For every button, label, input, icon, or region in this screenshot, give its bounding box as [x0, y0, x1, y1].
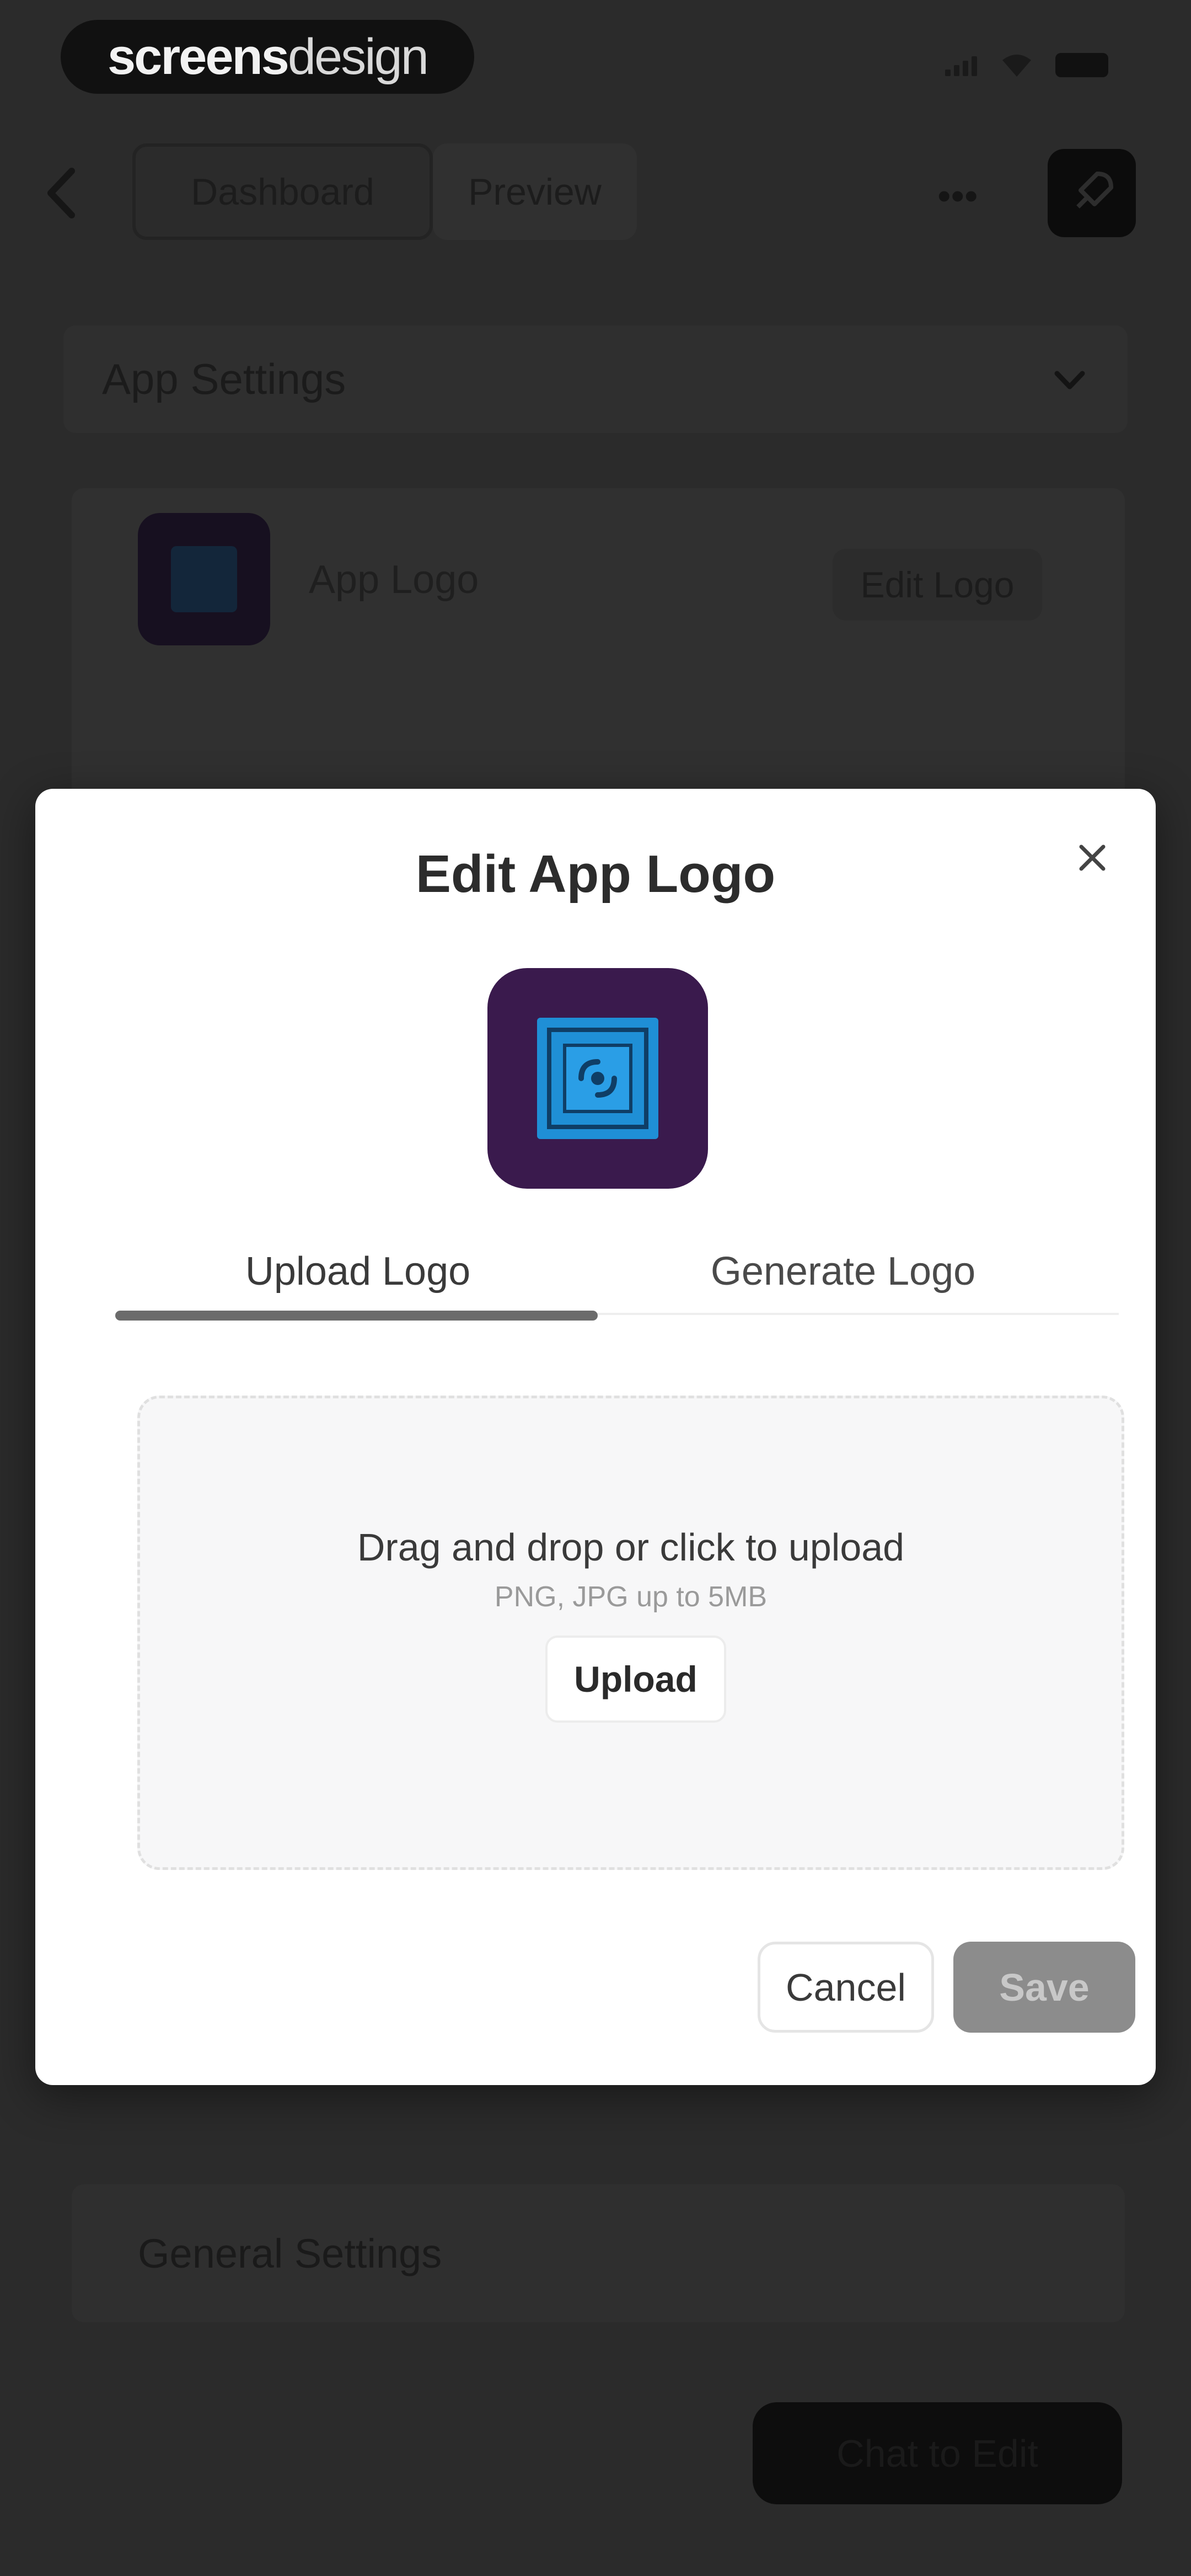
upload-button[interactable]: Upload [545, 1636, 726, 1723]
active-tab-indicator [115, 1311, 598, 1321]
wifi-icon [1002, 55, 1031, 77]
close-icon [1079, 845, 1106, 871]
app-logo-label: App Logo [309, 558, 479, 602]
brand-bold: screens [108, 28, 289, 85]
app-logo-card: App Logo Edit Logo [72, 488, 1125, 808]
close-button[interactable] [1062, 827, 1123, 888]
general-settings-header[interactable]: General Settings [72, 2184, 1125, 2322]
app-settings-title: App Settings [102, 355, 346, 403]
tab-dashboard[interactable]: Dashboard [132, 143, 433, 240]
more-options-icon[interactable]: ••• [937, 174, 1004, 217]
edit-logo-modal: Edit App Logo Upload Logo Generate Logo … [35, 789, 1156, 2085]
brand-logo: screens design [61, 20, 474, 94]
status-bar [945, 52, 1108, 78]
edit-logo-button[interactable]: Edit Logo [833, 549, 1042, 621]
tab-generate-logo[interactable]: Generate Logo [600, 1230, 1086, 1313]
back-arrow-icon[interactable] [39, 165, 88, 221]
chevron-down-icon [1054, 371, 1085, 389]
tab-preview[interactable]: Preview [433, 143, 637, 240]
logo-tabs: Upload Logo Generate Logo [115, 1230, 1119, 1321]
battery-icon [1055, 53, 1108, 77]
upload-dropzone[interactable]: Drag and drop or click to upload PNG, JP… [137, 1396, 1124, 1870]
dropzone-file-hint: PNG, JPG up to 5MB [494, 1581, 768, 1613]
brand-light: design [287, 28, 429, 85]
dropzone-instructions: Drag and drop or click to upload [357, 1526, 905, 1569]
logo-preview [487, 968, 708, 1189]
publish-button[interactable] [1048, 149, 1136, 237]
app-logo-thumbnail [138, 513, 270, 645]
chat-to-edit-button[interactable]: Chat to Edit [753, 2402, 1122, 2504]
top-nav: Dashboard Preview ••• [39, 143, 1152, 243]
save-button[interactable]: Save [953, 1942, 1135, 2033]
general-settings-title: General Settings [138, 2230, 442, 2276]
signal-icon [945, 54, 978, 76]
app-settings-header[interactable]: App Settings [63, 325, 1128, 433]
rocket-icon [1076, 172, 1113, 209]
logo-glyph-icon [547, 1028, 648, 1129]
modal-title: Edit App Logo [415, 845, 776, 904]
cancel-button[interactable]: Cancel [758, 1942, 934, 2033]
tab-upload-logo[interactable]: Upload Logo [115, 1230, 600, 1313]
